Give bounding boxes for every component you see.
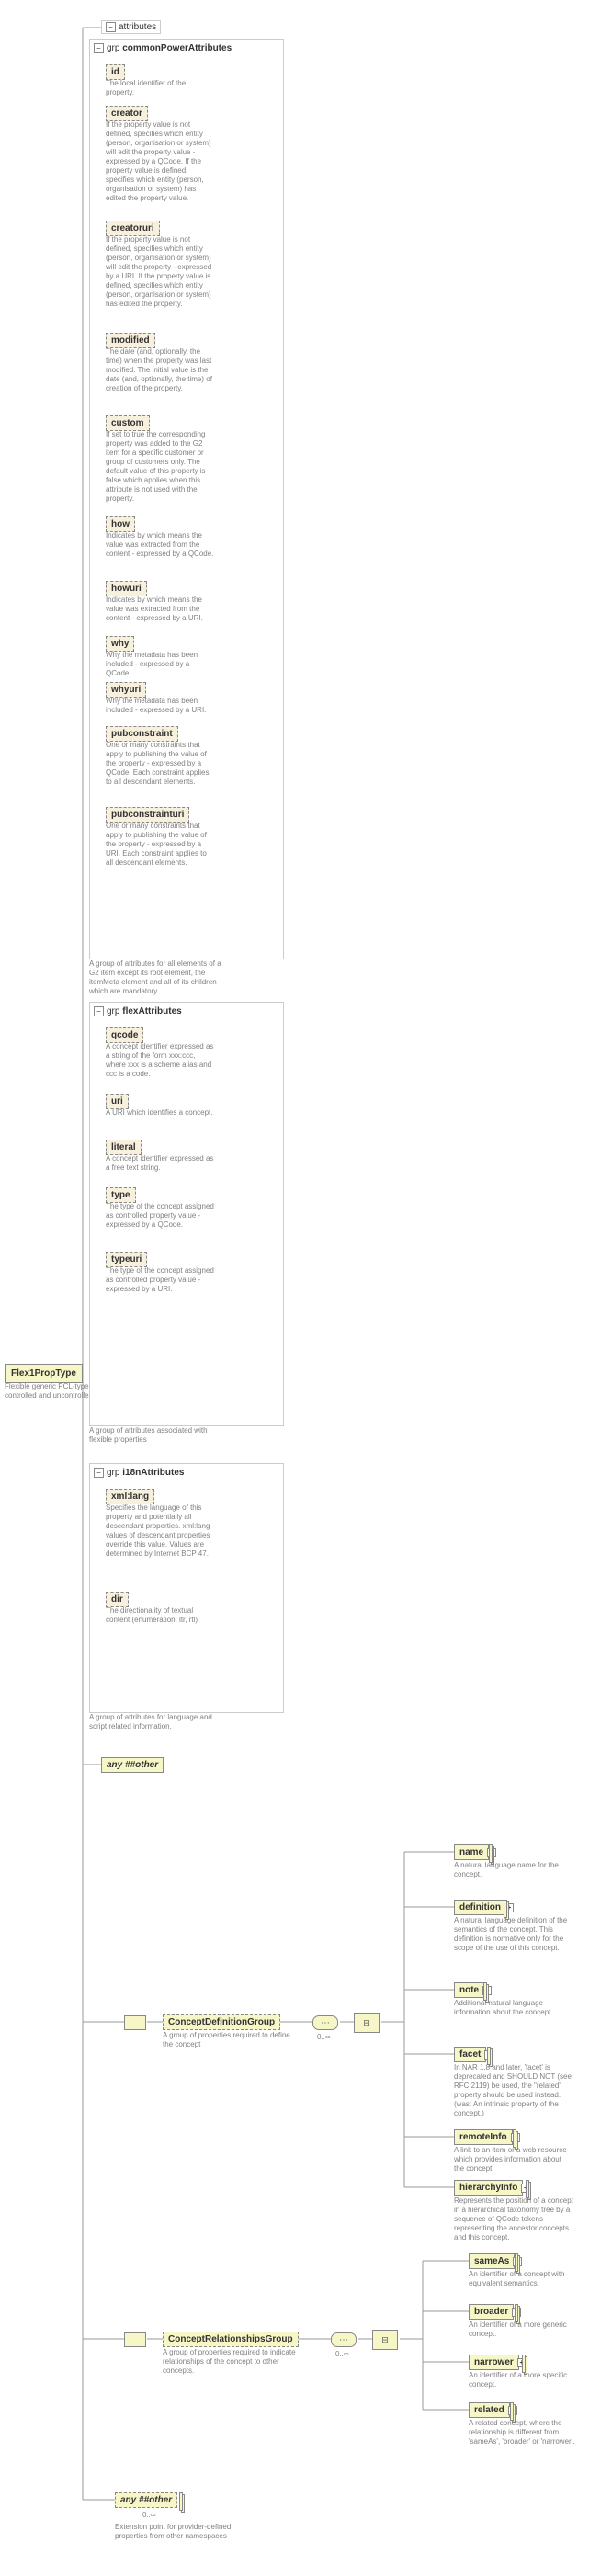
attr-literal-note: A concept identifier expressed as a free… <box>106 1154 216 1173</box>
el-note[interactable]: note <box>454 1982 484 1998</box>
attr-howuri-note: Indicates by which means the value was e… <box>106 596 216 623</box>
attr-dir-note: The directionality of textual content (e… <box>106 1606 216 1625</box>
group-flex-note: A group of attributes associated with fl… <box>89 1426 227 1445</box>
attr-modified: modified <box>106 333 155 348</box>
concept-definition-group-note: A group of properties required to define… <box>163 2031 300 2049</box>
any-other-2-note: Extension point for provider-defined pro… <box>115 2523 234 2541</box>
grp-name: commonPowerAttributes <box>122 43 232 53</box>
attr-pubconstrainturi: pubconstrainturi <box>106 807 189 823</box>
attr-custom-note: If set to true the corresponding propert… <box>106 430 216 504</box>
attr-uri-note: A URI which identifies a concept. <box>106 1108 213 1118</box>
attr-whyuri-note: Why the metadata has been included - exp… <box>106 697 216 715</box>
attr-creator-note: If the property value is not defined, sp… <box>106 120 216 203</box>
concept-relationships-group[interactable]: ConceptRelationshipsGroup <box>163 2332 299 2347</box>
group-common-header[interactable]: − grp commonPowerAttributes <box>94 43 232 53</box>
el-facet[interactable]: facet <box>454 2047 486 2062</box>
range-def: 0..∞ <box>317 2033 331 2041</box>
el-sameas-note: An identifier of a concept with equivale… <box>469 2270 588 2288</box>
el-definition-note: A natural language definition of the sem… <box>454 1916 573 1953</box>
el-note-note: Additional natural language information … <box>454 1999 573 2017</box>
el-name[interactable]: name <box>454 1844 489 1860</box>
concept-definition-group[interactable]: ConceptDefinitionGroup <box>163 2014 280 2030</box>
attr-creatoruri: creatoruri <box>106 221 160 236</box>
attr-xmllang-note: Specifies the language of this property … <box>106 1504 216 1559</box>
el-sameas[interactable]: sameAs <box>469 2253 515 2269</box>
collapse-icon[interactable]: − <box>94 1468 104 1478</box>
grp-prefix: grp <box>107 43 122 53</box>
seq-icon-rel <box>331 2332 357 2347</box>
attr-type-note: The type of the concept assigned as cont… <box>106 1202 216 1230</box>
attr-xmllang: xml:lang <box>106 1489 154 1504</box>
sequence-stub-2 <box>124 2332 146 2347</box>
any-other-2: any ##other <box>115 2492 177 2508</box>
group-i18n-note: A group of attributes for language and s… <box>89 1713 227 1731</box>
choice-icon-rel <box>372 2330 398 2350</box>
range-any-other-2: 0..∞ <box>142 2511 156 2519</box>
attr-pubconstrainturi-note: One or many constraints that apply to pu… <box>106 822 216 868</box>
el-related-note: A related concept, where the relationshi… <box>469 2419 588 2446</box>
grp-prefix: grp <box>107 1468 122 1478</box>
group-flex-header[interactable]: − grp flexAttributes <box>94 1006 182 1016</box>
attr-creatoruri-note: If the property value is not defined, sp… <box>106 235 216 309</box>
attr-whyuri: whyuri <box>106 682 146 698</box>
any-other-1: any ##other <box>101 1757 164 1773</box>
attributes-header[interactable]: −attributes <box>101 20 161 34</box>
attr-how: how <box>106 516 135 532</box>
range-rel: 0..∞ <box>335 2350 349 2358</box>
el-narrower-note: An identifier of a more specific concept… <box>469 2371 588 2389</box>
attr-how-note: Indicates by which means the value was e… <box>106 531 216 559</box>
collapse-icon[interactable]: − <box>106 22 116 32</box>
el-facet-note: In NAR 1.8 and later, 'facet' is depreca… <box>454 2063 573 2118</box>
attr-qcode-note: A concept identifier expressed as a stri… <box>106 1042 216 1079</box>
attr-pubconstraint: pubconstraint <box>106 726 178 742</box>
el-remoteinfo-note: A link to an item or a web resource whic… <box>454 2146 573 2173</box>
grp-name: flexAttributes <box>122 1006 181 1016</box>
attr-qcode: qcode <box>106 1027 143 1043</box>
el-remoteinfo[interactable]: remoteInfo <box>454 2129 513 2145</box>
group-i18n-header[interactable]: − grp i18nAttributes <box>94 1468 184 1478</box>
collapse-icon[interactable]: − <box>94 43 104 53</box>
concept-relationships-group-note: A group of properties required to indica… <box>163 2348 300 2376</box>
el-hierarchyinfo[interactable]: hierarchyInfo <box>454 2180 523 2196</box>
attr-howuri: howuri <box>106 581 147 596</box>
grp-prefix: grp <box>107 1006 122 1016</box>
attr-uri: uri <box>106 1094 129 1109</box>
attr-dir: dir <box>106 1592 129 1607</box>
attr-pubconstraint-note: One or many constraints that apply to pu… <box>106 741 216 787</box>
el-hierarchyinfo-note: Represents the position of a concept in … <box>454 2196 573 2242</box>
choice-icon-def <box>354 2013 380 2033</box>
el-narrower[interactable]: narrower <box>469 2355 519 2370</box>
attr-modified-note: The date (and, optionally, the time) whe… <box>106 347 216 393</box>
attr-typeuri: typeuri <box>106 1252 147 1267</box>
attr-custom: custom <box>106 415 150 431</box>
el-broader[interactable]: broader <box>469 2304 514 2320</box>
attr-id: id <box>106 64 125 80</box>
seq-icon-def <box>312 2015 338 2030</box>
attributes-label: attributes <box>119 22 156 32</box>
attr-why-note: Why the metadata has been included - exp… <box>106 651 216 678</box>
attr-id-note: The local identifier of the property. <box>106 79 216 97</box>
grp-name: i18nAttributes <box>122 1468 184 1478</box>
collapse-icon[interactable]: − <box>94 1006 104 1016</box>
el-definition[interactable]: definition <box>454 1900 506 1915</box>
attr-typeuri-note: The type of the concept assigned as cont… <box>106 1266 216 1294</box>
attr-type: type <box>106 1187 136 1203</box>
attr-literal: literal <box>106 1140 142 1155</box>
el-broader-note: An identifier of a more generic concept. <box>469 2321 588 2339</box>
el-name-note: A natural language name for the concept. <box>454 1861 573 1879</box>
group-common-note: A group of attributes for all elements o… <box>89 959 227 996</box>
el-related[interactable]: related <box>469 2402 510 2418</box>
attr-creator: creator <box>106 106 148 121</box>
root-type: Flex1PropType <box>5 1364 83 1383</box>
sequence-stub-1 <box>124 2015 146 2030</box>
attr-why: why <box>106 636 134 652</box>
